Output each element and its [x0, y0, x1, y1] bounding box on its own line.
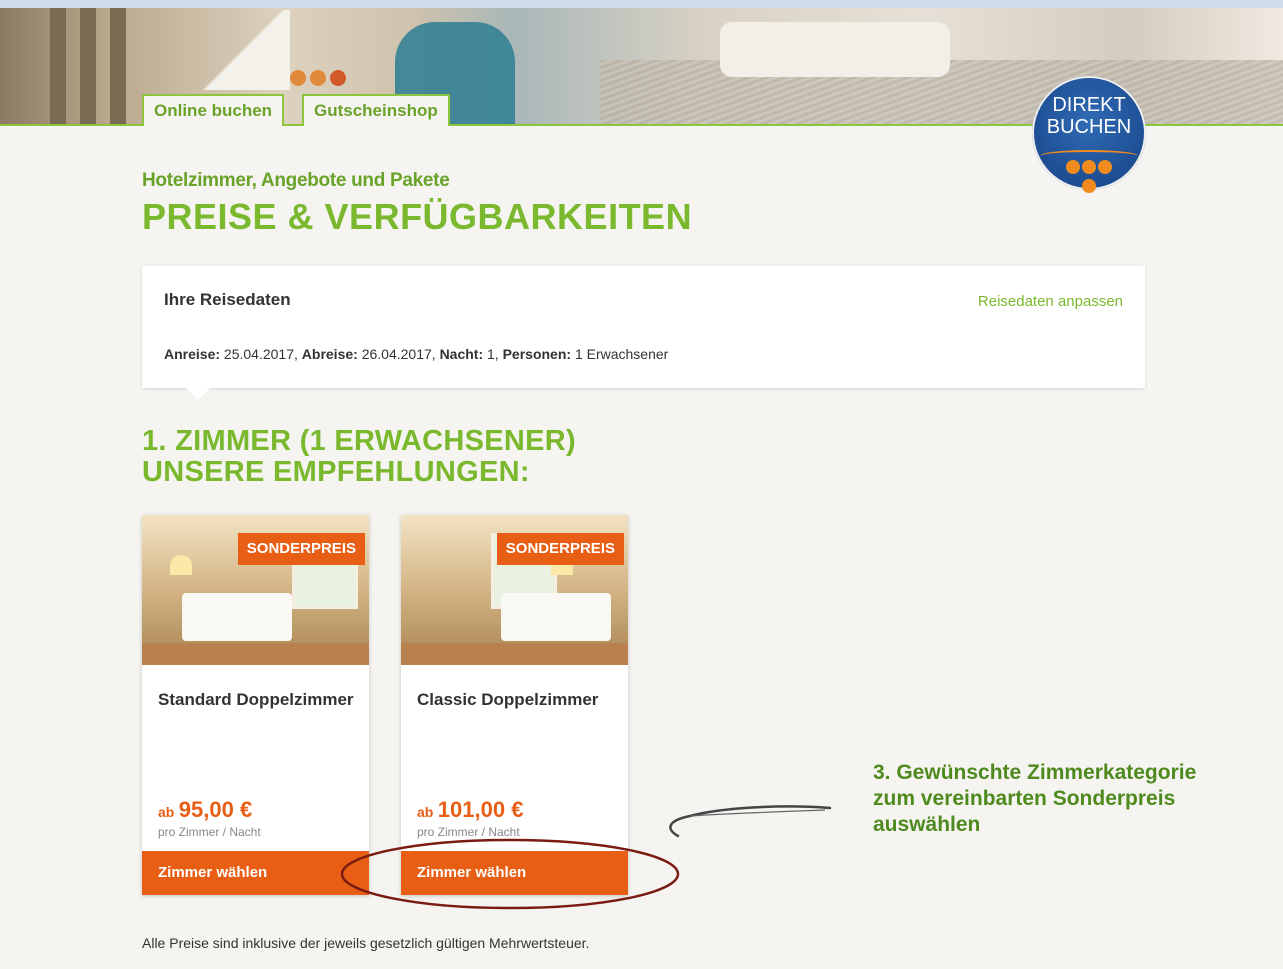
badge-line2: BUCHEN [1046, 116, 1132, 138]
hero-fruit [310, 70, 326, 86]
hero-fruit [330, 70, 346, 86]
price-prefix: ab [417, 804, 434, 820]
price-prefix: ab [158, 804, 175, 820]
vat-note: Alle Preise sind inklusive der jeweils g… [142, 935, 590, 951]
email-icon [1082, 160, 1096, 174]
travel-dates-box: Ihre Reisedaten Reisedaten anpassen Anre… [142, 266, 1145, 400]
travel-dates-heading: Ihre Reisedaten [164, 290, 291, 309]
nights-value: 1, [487, 346, 499, 362]
persons-label: Personen: [502, 346, 572, 362]
travel-dates-details: Anreise: 25.04.2017, Abreise: 26.04.2017… [164, 346, 668, 362]
hero-window [0, 0, 1283, 8]
room-section-title: 1. ZIMMER (1 ERWACHSENER) UNSERE EMPFEHL… [142, 426, 576, 488]
photo-bed [182, 593, 292, 641]
special-price-badge: SONDERPREIS [237, 533, 365, 565]
hero-curtain [110, 8, 126, 126]
page-title: PREISE & VERFÜGBARKEITEN [142, 196, 693, 237]
photo-carpet [142, 643, 369, 665]
room-section-line1: 1. ZIMMER (1 ERWACHSENER) [142, 425, 576, 457]
room-name: Classic Doppelzimmer [417, 690, 599, 709]
hero-fruit [290, 70, 306, 86]
room-card-standard: SONDERPREIS Standard Doppelzimmer ab 95,… [142, 515, 369, 895]
adjust-dates-link[interactable]: Reisedaten anpassen [978, 293, 1123, 310]
travel-box-pointer [186, 388, 210, 400]
hero-pillow [720, 22, 950, 77]
annotation-arrow-icon [669, 805, 832, 838]
photo-lamp [170, 555, 192, 575]
phone-icon [1066, 160, 1080, 174]
price-unit: pro Zimmer / Nacht [158, 825, 261, 839]
contact-icons [1060, 160, 1120, 193]
arrival-label: Anreise: [164, 346, 221, 362]
hero-curtain [80, 8, 96, 126]
photo-carpet [401, 643, 628, 665]
photo-bed [501, 593, 611, 641]
room-price: ab 95,00 € [158, 797, 252, 823]
annotation-text: 3. Gewünschte Zimmerkategorie zum verein… [873, 761, 1197, 836]
price-amount: 95,00 € [178, 797, 253, 822]
hero-sailboat [200, 10, 290, 90]
select-room-button[interactable]: Zimmer wählen [142, 851, 369, 895]
page-subtitle: Hotelzimmer, Angebote und Pakete [142, 170, 450, 191]
highlight-ellipse [340, 838, 680, 910]
departure-label: Abreise: [301, 346, 358, 362]
arrival-value: 25.04.2017, [223, 346, 298, 362]
price-amount: 101,00 € [437, 797, 524, 822]
departure-value: 26.04.2017, [361, 346, 436, 362]
badge-line1: DIREKT [1052, 94, 1126, 116]
room-name: Standard Doppelzimmer [158, 690, 354, 709]
room-price: ab 101,00 € [417, 797, 523, 823]
nights-label: Nacht: [439, 346, 484, 362]
hero-curtain [50, 8, 66, 126]
persons-value: 1 Erwachsener [574, 346, 669, 362]
wifi-icon [1098, 160, 1112, 174]
special-price-badge: SONDERPREIS [496, 533, 624, 565]
chat-icon [1082, 179, 1096, 193]
tab-online-buchen[interactable]: Online buchen [142, 94, 285, 126]
tab-gutscheinshop[interactable]: Gutscheinshop [302, 94, 450, 126]
room-section-line2: UNSERE EMPFEHLUNGEN: [142, 456, 530, 488]
direkt-buchen-badge[interactable]: DIREKT BUCHEN [1032, 76, 1146, 193]
